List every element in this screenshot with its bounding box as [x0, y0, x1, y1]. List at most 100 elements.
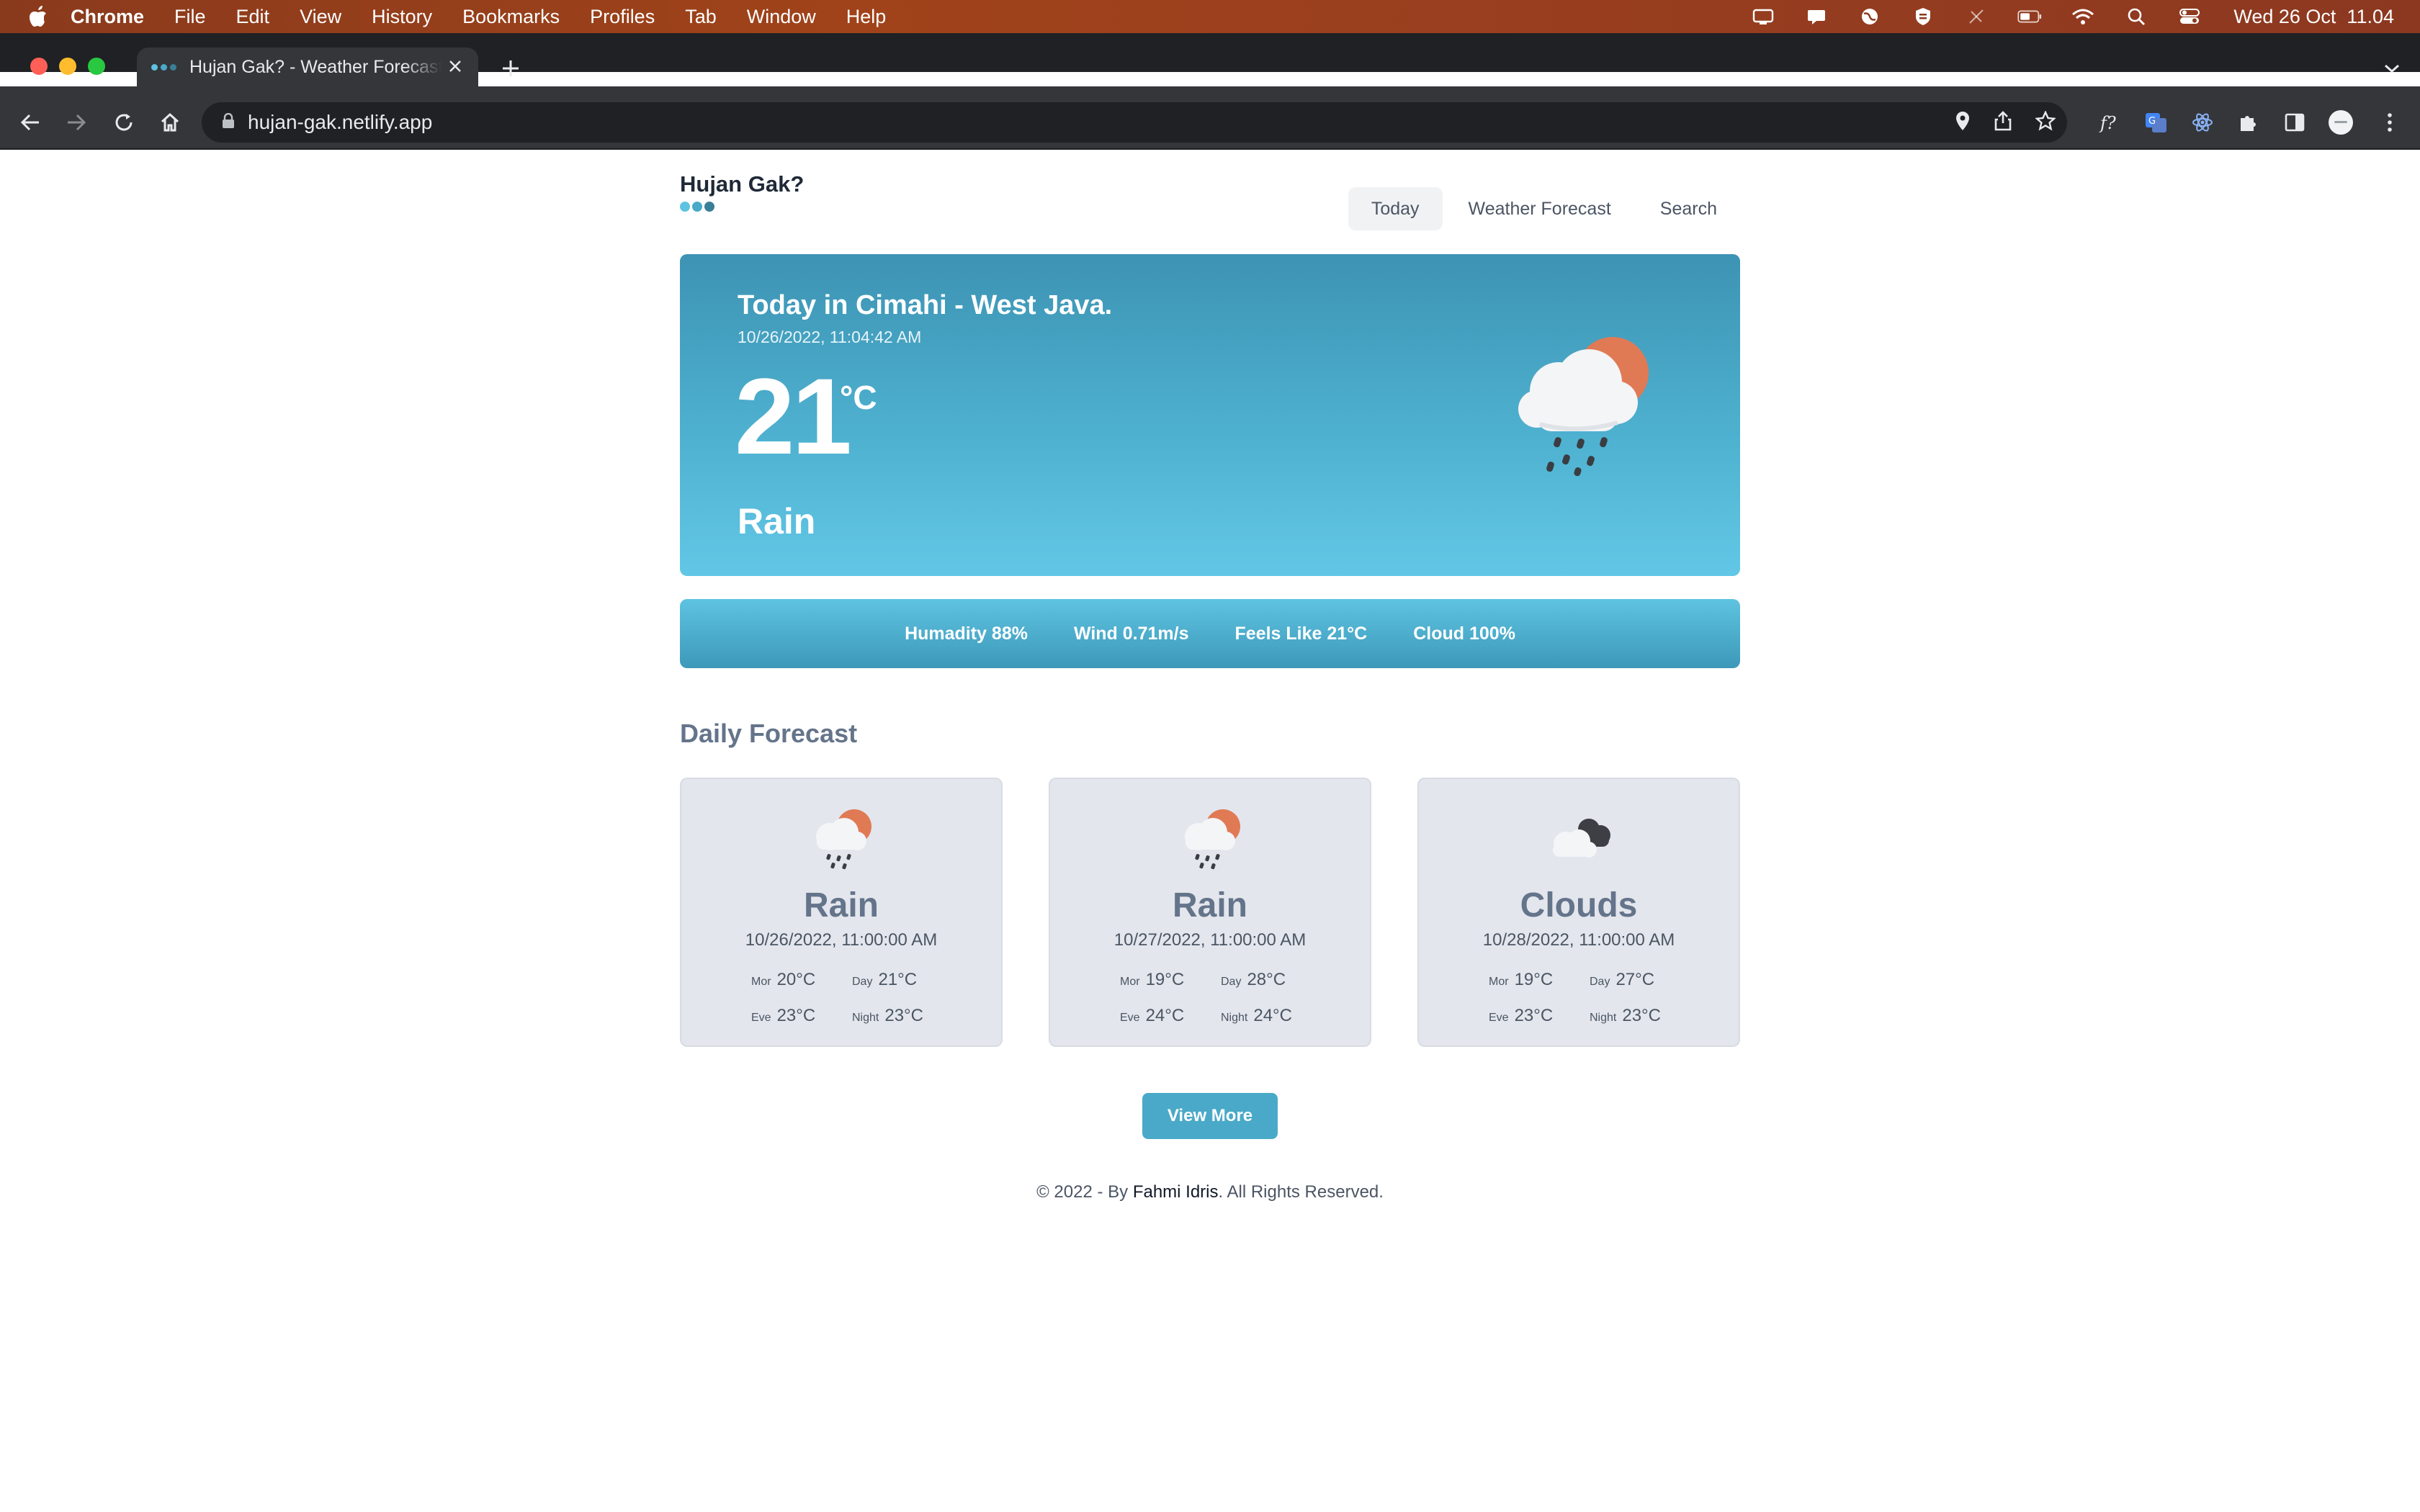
rain-icon	[816, 809, 871, 870]
translate-extension-icon[interactable]: G	[2143, 109, 2169, 135]
footer-author-link[interactable]: Fahmi Idris	[1133, 1182, 1219, 1202]
side-panel-icon[interactable]	[2282, 109, 2308, 135]
rain-icon	[1185, 809, 1240, 870]
nav-weather-forecast[interactable]: Weather Forecast	[1446, 187, 1634, 230]
back-arrow-icon[interactable]	[17, 109, 43, 135]
chrome-menu-kebab-icon[interactable]	[2377, 109, 2403, 135]
stat-wind: Wind 0.71m/s	[1073, 623, 1189, 644]
today-stats-bar: Humadity 88% Wind 0.71m/s Feels Like 21°…	[680, 599, 1740, 668]
bookmark-star-icon[interactable]	[2035, 109, 2056, 135]
stat-cloud: Cloud 100%	[1413, 623, 1515, 644]
forecast-condition: Clouds	[1520, 886, 1638, 924]
site-favicon-icon	[151, 63, 176, 71]
tab-close-icon[interactable]	[445, 56, 465, 76]
menubar-status-area: Wed 26 Oct 11.04	[1751, 0, 2394, 33]
menu-window[interactable]: Window	[747, 6, 816, 28]
tab-title: Hujan Gak? - Weather Forecast	[189, 56, 442, 77]
forecast-date: 10/28/2022, 11:00:00 AM	[1482, 930, 1675, 950]
menu-edit[interactable]: Edit	[236, 6, 270, 28]
forecast-condition: Rain	[803, 886, 879, 924]
tab-search-chevron-icon[interactable]	[2383, 60, 2401, 76]
forecast-temperatures: Mor 19°C Day 28°C Eve 24°C Night 24°C	[1050, 962, 1370, 1034]
forward-arrow-icon[interactable]	[63, 109, 89, 135]
forecast-date: 10/26/2022, 11:00:00 AM	[745, 930, 938, 950]
temp-evening: Eve 23°C	[1489, 1006, 1554, 1025]
temp-night: Night 23°C	[852, 1006, 923, 1025]
footer-copyright: © 2022 - By	[1036, 1182, 1133, 1202]
display-icon[interactable]	[1751, 7, 1775, 26]
temp-day: Day 28°C	[1221, 970, 1286, 989]
pen-off-icon[interactable]	[1964, 7, 1989, 26]
control-center-icon[interactable]	[2177, 7, 2202, 26]
lock-icon[interactable]	[222, 112, 235, 132]
window-minimize-button[interactable]	[59, 58, 76, 75]
reload-icon[interactable]	[111, 109, 137, 135]
today-temperature-unit: °C	[840, 379, 877, 416]
battery-icon[interactable]	[2017, 7, 2042, 26]
menubar-clock[interactable]: Wed 26 Oct 11.04	[2233, 6, 2394, 28]
react-devtools-icon[interactable]	[2190, 109, 2215, 135]
forecast-temperatures: Mor 20°C Day 21°C Eve 23°C Night 23°C	[681, 962, 1001, 1034]
brand-logo[interactable]: Hujan Gak?	[680, 171, 804, 212]
menu-profiles[interactable]: Profiles	[590, 6, 655, 28]
menu-file[interactable]: File	[174, 6, 206, 28]
nav-today[interactable]: Today	[1348, 187, 1443, 230]
temp-morning: Mor 19°C	[1120, 970, 1185, 989]
address-bar-actions	[1955, 102, 2056, 143]
brand-name: Hujan Gak?	[680, 171, 805, 197]
extensions-puzzle-icon[interactable]	[2236, 109, 2262, 135]
footer-rights: . All Rights Reserved.	[1218, 1182, 1384, 1202]
svg-text:G: G	[2148, 116, 2156, 127]
menu-tab[interactable]: Tab	[685, 6, 717, 28]
temp-night: Night 24°C	[1221, 1006, 1292, 1025]
temp-evening: Eve 24°C	[1120, 1006, 1185, 1025]
menu-help[interactable]: Help	[846, 6, 887, 28]
stat-feels-like: Feels Like 21°C	[1234, 623, 1368, 644]
clouds-icon	[1553, 819, 1610, 858]
location-pin-icon[interactable]	[1955, 111, 1971, 135]
forecast-condition: Rain	[1172, 886, 1247, 924]
menu-bookmarks[interactable]: Bookmarks	[462, 6, 560, 28]
profile-avatar[interactable]	[2328, 109, 2354, 135]
menu-view[interactable]: View	[300, 6, 341, 28]
stat-humidity: Humadity 88%	[905, 623, 1028, 644]
rain-icon	[1518, 337, 1649, 477]
window-close-button[interactable]	[30, 58, 48, 75]
page-footer: © 2022 - By Fahmi Idris. All Rights Rese…	[0, 1182, 2420, 1202]
forecast-date: 10/27/2022, 11:00:00 AM	[1113, 930, 1307, 950]
browser-tab-active[interactable]: Hujan Gak? - Weather Forecast	[137, 48, 478, 86]
today-temperature: 21	[735, 356, 852, 477]
svg-text:f?: f?	[2099, 113, 2116, 133]
apple-icon[interactable]	[27, 6, 49, 27]
wifi-icon[interactable]	[2071, 7, 2095, 26]
window-zoom-button[interactable]	[88, 58, 105, 75]
forecast-card: Rain 10/26/2022, 11:00:00 AM Mor 20°C Day…	[680, 778, 1003, 1047]
today-weather-card: Today in Cimahi - West Java. 10/26/2022,…	[680, 254, 1740, 576]
view-more-button[interactable]: View More	[1142, 1093, 1278, 1139]
spotlight-search-icon[interactable]	[2124, 7, 2148, 26]
vpn-globe-icon[interactable]	[1857, 7, 1882, 26]
notification-icon[interactable]	[1804, 7, 1829, 26]
menu-history[interactable]: History	[372, 6, 432, 28]
forecast-card: Clouds 10/28/2022, 11:00:00 AM Mor 19°C D…	[1417, 778, 1740, 1047]
temp-evening: Eve 23°C	[751, 1006, 816, 1025]
function-extension-icon[interactable]: f?	[2097, 109, 2123, 135]
daily-forecast-title: Daily Forecast	[680, 719, 858, 748]
today-title: Today in Cimahi - West Java.	[738, 290, 1113, 320]
temp-day: Day 21°C	[852, 970, 918, 989]
new-tab-button[interactable]	[500, 58, 521, 79]
url-text[interactable]: hujan-gak.netlify.app	[248, 111, 432, 134]
brand-dots-icon	[680, 202, 804, 212]
today-condition: Rain	[738, 501, 816, 541]
share-icon[interactable]	[1994, 110, 2012, 135]
home-icon[interactable]	[157, 109, 183, 135]
shield-icon[interactable]	[1911, 7, 1935, 26]
web-page: Hujan Gak? Today Weather Forecast Search…	[0, 150, 2420, 1512]
forecast-temperatures: Mor 19°C Day 27°C Eve 23°C Night 23°C	[1419, 962, 1739, 1034]
temp-night: Night 23°C	[1590, 1006, 1661, 1025]
address-bar[interactable]: hujan-gak.netlify.app	[202, 102, 2067, 143]
site-nav-links: Today Weather Forecast Search	[1348, 187, 1740, 230]
menu-app-chrome[interactable]: Chrome	[71, 6, 144, 28]
nav-search[interactable]: Search	[1637, 187, 1740, 230]
forecast-card: Rain 10/27/2022, 11:00:00 AM Mor 19°C Day…	[1049, 778, 1371, 1047]
